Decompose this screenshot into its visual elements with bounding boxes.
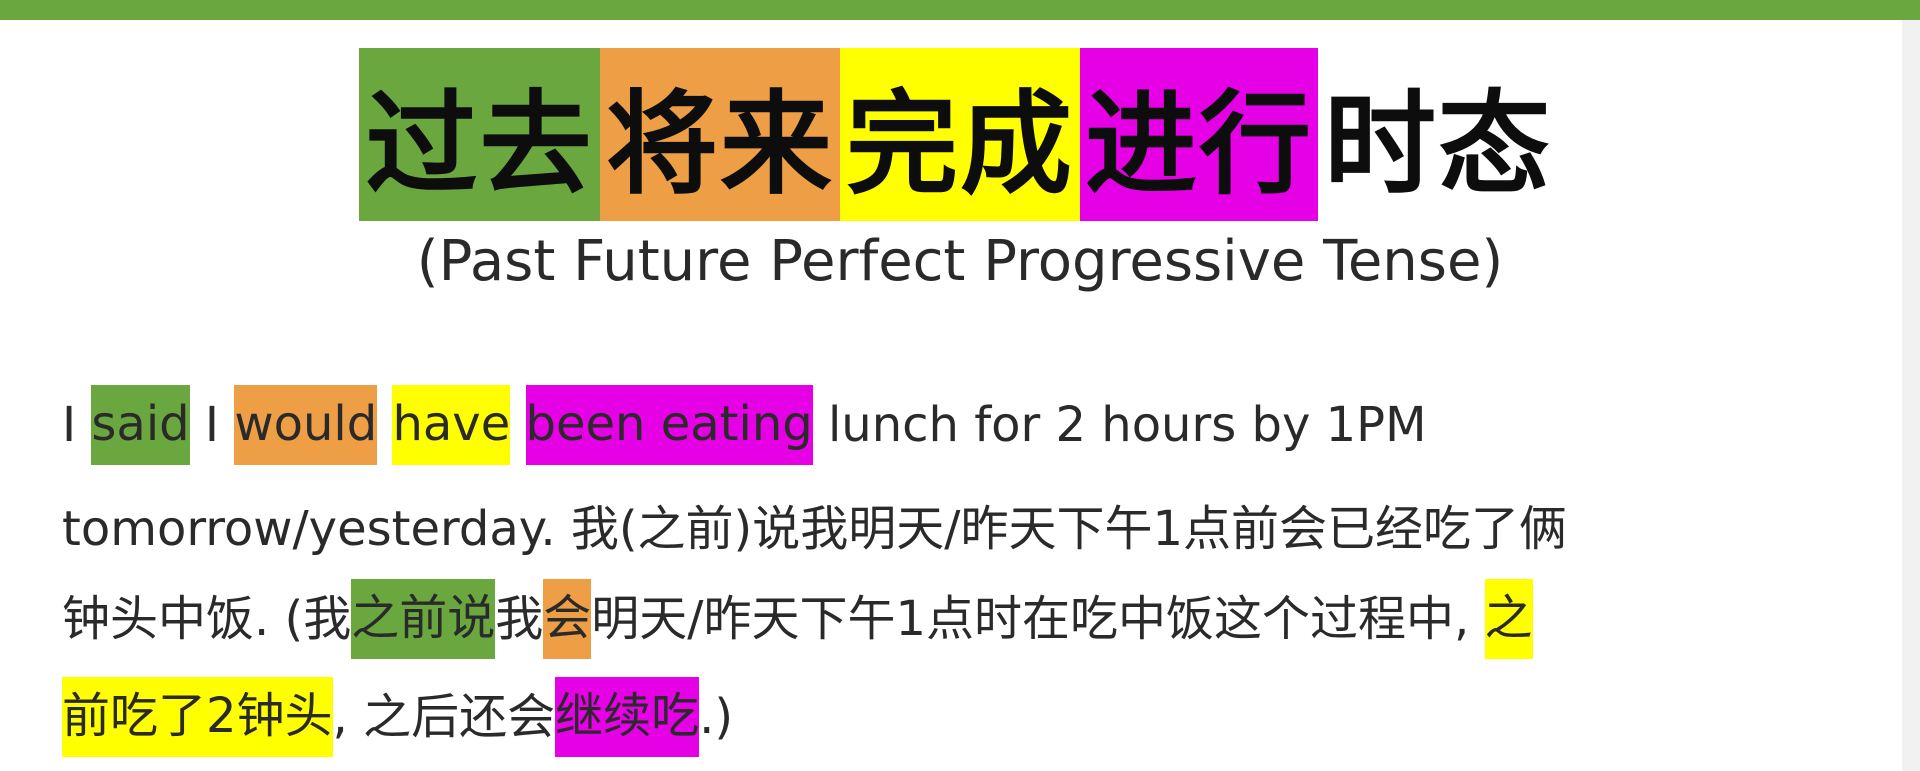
text-segment: .)	[699, 689, 734, 745]
text-segment: 钟头中饭. (我	[62, 591, 352, 647]
highlighted-segment: been eating	[525, 385, 813, 465]
text-segment: I	[62, 397, 92, 453]
text-segment	[377, 386, 392, 464]
example-line-1: I said I would have been eating lunch fo…	[62, 380, 1427, 470]
text-segment	[510, 386, 525, 464]
text-segment: , 之后还会	[332, 689, 556, 745]
title-block-1: 过去	[359, 48, 600, 221]
example-line-2: tomorrow/yesterday. 我(之前)说我明天/昨天下午1点前会已经…	[62, 484, 1567, 574]
text-segment: I	[189, 397, 235, 453]
page-title: 过去 将来 完成 进行 时态	[359, 48, 1558, 221]
text-segment: lunch for 2 hours by 1PM	[812, 397, 1427, 453]
highlighted-segment: have	[392, 385, 511, 465]
example-line-3: 钟头中饭. (我 之前说我会明天/昨天下午1点时在吃中饭这个过程中, 之	[62, 574, 1533, 664]
text-segment: 我	[495, 591, 544, 647]
text-segment: tomorrow/yesterday. 我(之前)说我明天/昨天下午1点前会已经…	[62, 501, 1567, 557]
highlighted-segment: would	[234, 385, 378, 465]
page-subtitle: (Past Future Perfect Progressive Tense)	[416, 229, 1504, 294]
title-block-3: 完成	[840, 48, 1080, 221]
highlighted-segment: said	[91, 385, 190, 465]
highlighted-segment: 之前说	[351, 579, 496, 659]
right-edge-strip	[1902, 20, 1920, 771]
highlighted-segment: 会	[543, 579, 592, 659]
top-accent-bar	[0, 0, 1920, 20]
title-block-4: 进行	[1080, 48, 1318, 221]
highlighted-segment: 继续吃	[555, 677, 700, 757]
highlighted-segment: 前吃了2钟头	[62, 677, 333, 757]
example-line-4: 前吃了2钟头, 之后还会 继续吃.)	[62, 672, 733, 762]
title-block-2: 将来	[600, 48, 840, 221]
title-block-5: 时态	[1318, 48, 1558, 221]
highlighted-segment: 之	[1484, 579, 1533, 659]
text-segment: 明天/昨天下午1点时在吃中饭这个过程中,	[591, 591, 1485, 647]
